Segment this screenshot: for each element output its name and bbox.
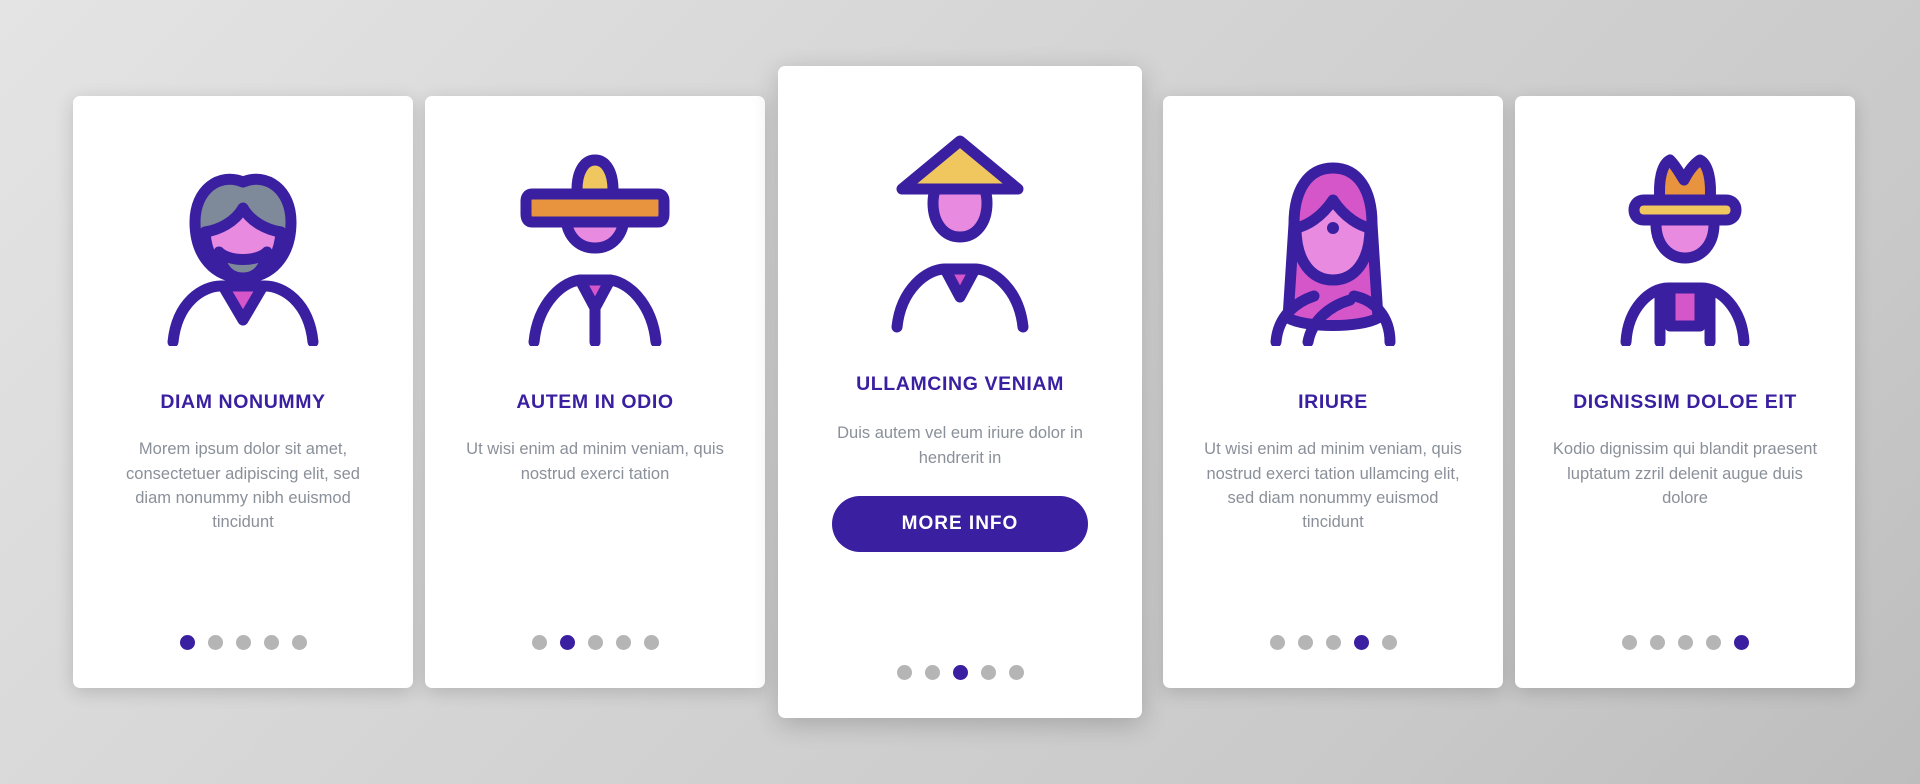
card-body-text: Duis autem vel eum iriure dolor in hendr… bbox=[837, 424, 1083, 467]
pagination-dots[interactable] bbox=[425, 635, 765, 650]
onboarding-card-1[interactable]: DIAM NONUMMY Morem ipsum dolor sit amet,… bbox=[73, 96, 413, 688]
card-title: DIGNISSIM DOLOE EIT bbox=[1573, 391, 1797, 413]
pagination-dots[interactable] bbox=[778, 665, 1142, 680]
pagination-dot[interactable] bbox=[1705, 635, 1721, 650]
conical-hat-man-avatar-icon bbox=[778, 66, 1142, 334]
onboarding-card-2[interactable]: AUTEM IN ODIO Ut wisi enim ad minim veni… bbox=[425, 96, 765, 688]
pagination-dot[interactable] bbox=[179, 635, 195, 650]
pagination-dot[interactable] bbox=[1297, 635, 1313, 650]
bearded-man-avatar-icon bbox=[73, 96, 413, 346]
pagination-dot[interactable] bbox=[291, 635, 307, 650]
card-body-text: Kodio dignissim qui blandit praesent lup… bbox=[1552, 440, 1818, 507]
pagination-dot[interactable] bbox=[587, 635, 603, 650]
pagination-dots[interactable] bbox=[1163, 635, 1503, 650]
pagination-dot[interactable] bbox=[924, 665, 940, 680]
pagination-dot[interactable] bbox=[1677, 635, 1693, 650]
onboarding-card-3[interactable]: ULLAMCING VENIAM Duis autem vel eum iriu… bbox=[778, 66, 1142, 718]
card-title: IRIURE bbox=[1298, 391, 1368, 413]
card-body-text: Ut wisi enim ad minim veniam, quis nostr… bbox=[1204, 440, 1462, 532]
onboarding-card-5[interactable]: DIGNISSIM DOLOE EIT Kodio dignissim qui … bbox=[1515, 96, 1855, 688]
pagination-dot[interactable] bbox=[1381, 635, 1397, 650]
pagination-dot[interactable] bbox=[896, 665, 912, 680]
pagination-dot[interactable] bbox=[207, 635, 223, 650]
card-body-text: Ut wisi enim ad minim veniam, quis nostr… bbox=[466, 440, 724, 483]
long-hair-woman-avatar-icon bbox=[1163, 96, 1503, 346]
cowboy-hat-man-avatar-icon bbox=[1515, 96, 1855, 346]
pagination-dot[interactable] bbox=[1649, 635, 1665, 650]
pagination-dot[interactable] bbox=[531, 635, 547, 650]
card-row: DIAM NONUMMY Morem ipsum dolor sit amet,… bbox=[0, 0, 1920, 784]
pagination-dot[interactable] bbox=[263, 635, 279, 650]
pagination-dot[interactable] bbox=[980, 665, 996, 680]
onboarding-screens-stage: DIAM NONUMMY Morem ipsum dolor sit amet,… bbox=[0, 0, 1920, 784]
pagination-dots[interactable] bbox=[73, 635, 413, 650]
pagination-dot[interactable] bbox=[1269, 635, 1285, 650]
onboarding-card-4[interactable]: IRIURE Ut wisi enim ad minim veniam, qui… bbox=[1163, 96, 1503, 688]
card-body-text: Morem ipsum dolor sit amet, consectetuer… bbox=[126, 440, 360, 532]
pagination-dot[interactable] bbox=[643, 635, 659, 650]
pagination-dots[interactable] bbox=[1515, 635, 1855, 650]
pagination-dot[interactable] bbox=[1325, 635, 1341, 650]
pagination-dot[interactable] bbox=[615, 635, 631, 650]
pagination-dot[interactable] bbox=[235, 635, 251, 650]
sombrero-man-avatar-icon bbox=[425, 96, 765, 346]
pagination-dot[interactable] bbox=[559, 635, 575, 650]
more-info-button[interactable]: MORE INFO bbox=[832, 495, 1088, 552]
card-title: AUTEM IN ODIO bbox=[516, 391, 674, 413]
card-title: DIAM NONUMMY bbox=[160, 391, 326, 413]
pagination-dot[interactable] bbox=[1733, 635, 1749, 650]
pagination-dot[interactable] bbox=[1621, 635, 1637, 650]
pagination-dot[interactable] bbox=[1353, 635, 1369, 650]
pagination-dot[interactable] bbox=[952, 665, 968, 680]
card-title: ULLAMCING VENIAM bbox=[856, 373, 1064, 395]
pagination-dot[interactable] bbox=[1008, 665, 1024, 680]
